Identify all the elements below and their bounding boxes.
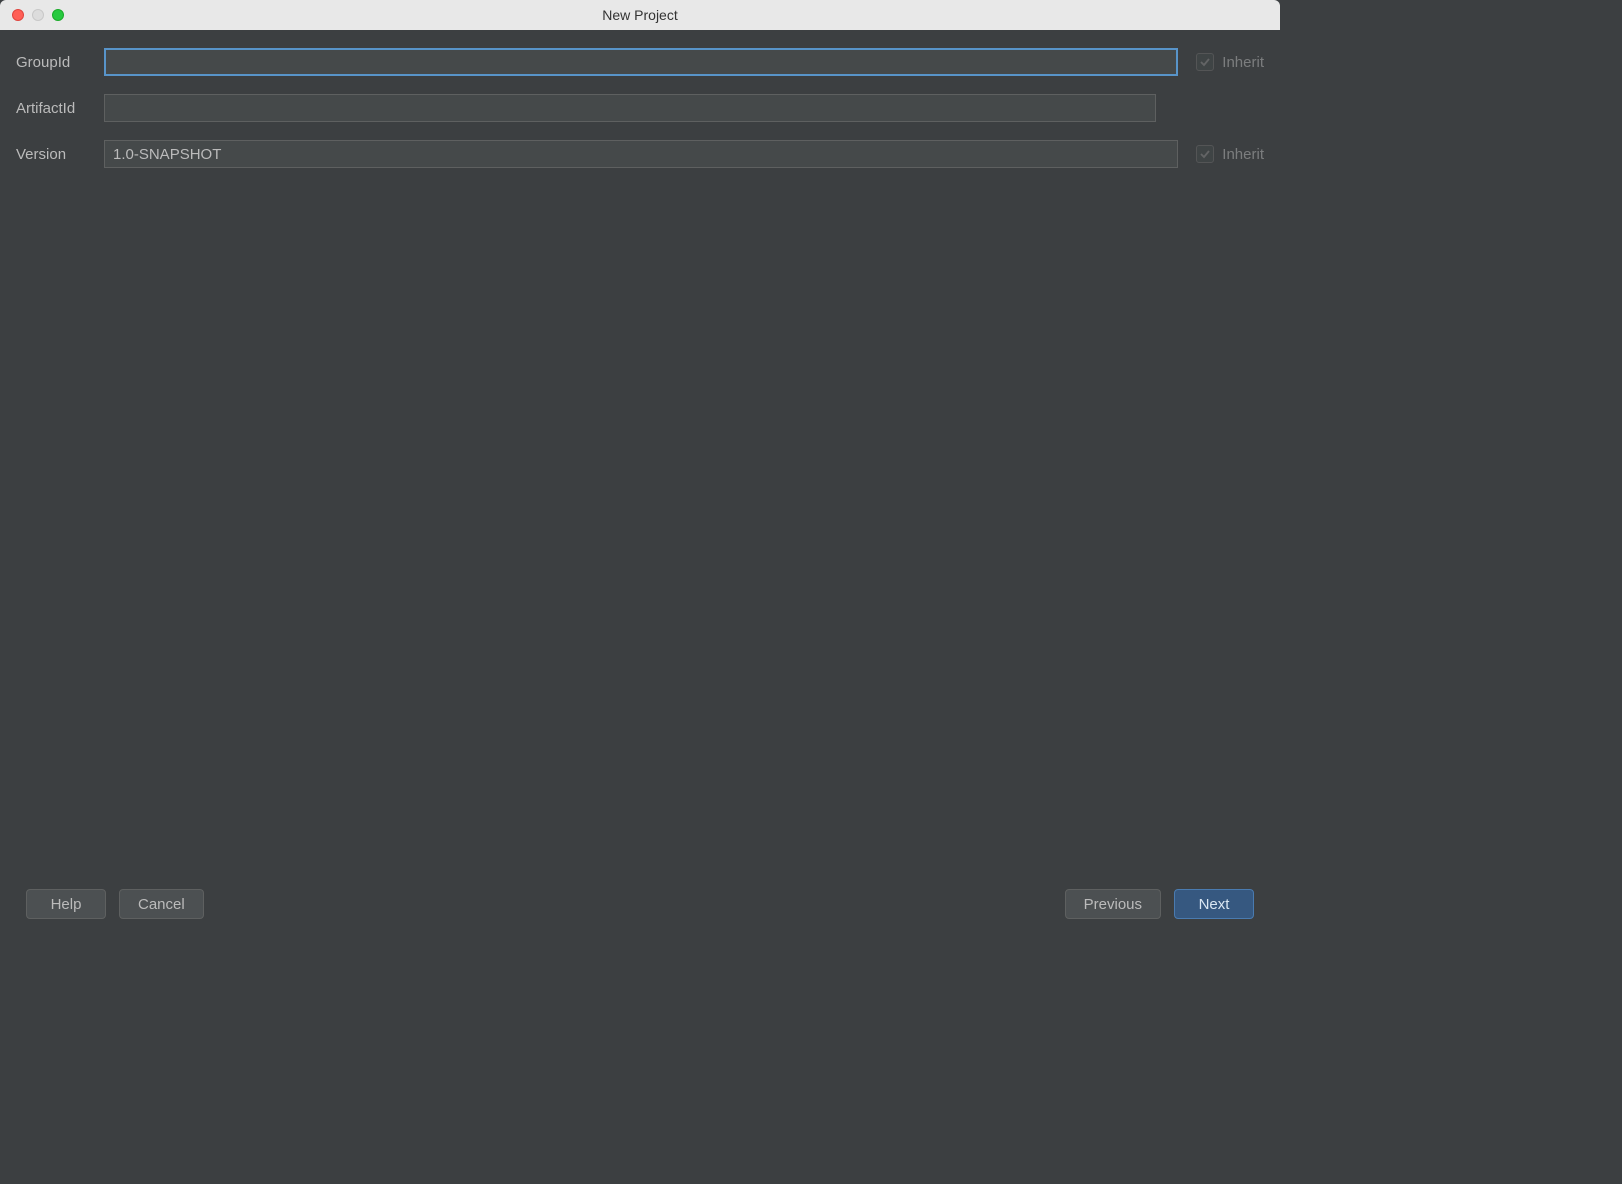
close-icon[interactable]: [12, 9, 24, 21]
version-inherit-label: Inherit: [1222, 146, 1264, 163]
help-button[interactable]: Help: [26, 889, 106, 919]
version-input[interactable]: [104, 140, 1178, 168]
groupid-label: GroupId: [16, 54, 104, 71]
dialog-content: GroupId Inherit ArtifactId Version: [0, 30, 1280, 937]
checkmark-icon: [1199, 148, 1211, 160]
button-bar: Help Cancel Previous Next: [16, 879, 1264, 937]
version-inherit-group: Inherit: [1196, 145, 1264, 163]
version-label: Version: [16, 146, 104, 163]
artifactid-row: ArtifactId: [16, 94, 1264, 122]
window-title: New Project: [0, 7, 1280, 23]
minimize-icon[interactable]: [32, 9, 44, 21]
groupid-input[interactable]: [104, 48, 1178, 76]
checkmark-icon: [1199, 56, 1211, 68]
groupid-inherit-label: Inherit: [1222, 54, 1264, 71]
groupid-row: GroupId Inherit: [16, 48, 1264, 76]
titlebar: New Project: [0, 0, 1280, 30]
groupid-inherit-checkbox[interactable]: [1196, 53, 1214, 71]
maximize-icon[interactable]: [52, 9, 64, 21]
next-button[interactable]: Next: [1174, 889, 1254, 919]
traffic-lights: [12, 9, 64, 21]
version-row: Version Inherit: [16, 140, 1264, 168]
version-inherit-checkbox[interactable]: [1196, 145, 1214, 163]
groupid-inherit-group: Inherit: [1196, 53, 1264, 71]
artifactid-label: ArtifactId: [16, 100, 104, 117]
cancel-button[interactable]: Cancel: [119, 889, 204, 919]
new-project-dialog: New Project GroupId Inherit ArtifactId: [0, 0, 1280, 937]
artifactid-input[interactable]: [104, 94, 1156, 122]
form-area: GroupId Inherit ArtifactId Version: [16, 48, 1264, 879]
previous-button[interactable]: Previous: [1065, 889, 1161, 919]
